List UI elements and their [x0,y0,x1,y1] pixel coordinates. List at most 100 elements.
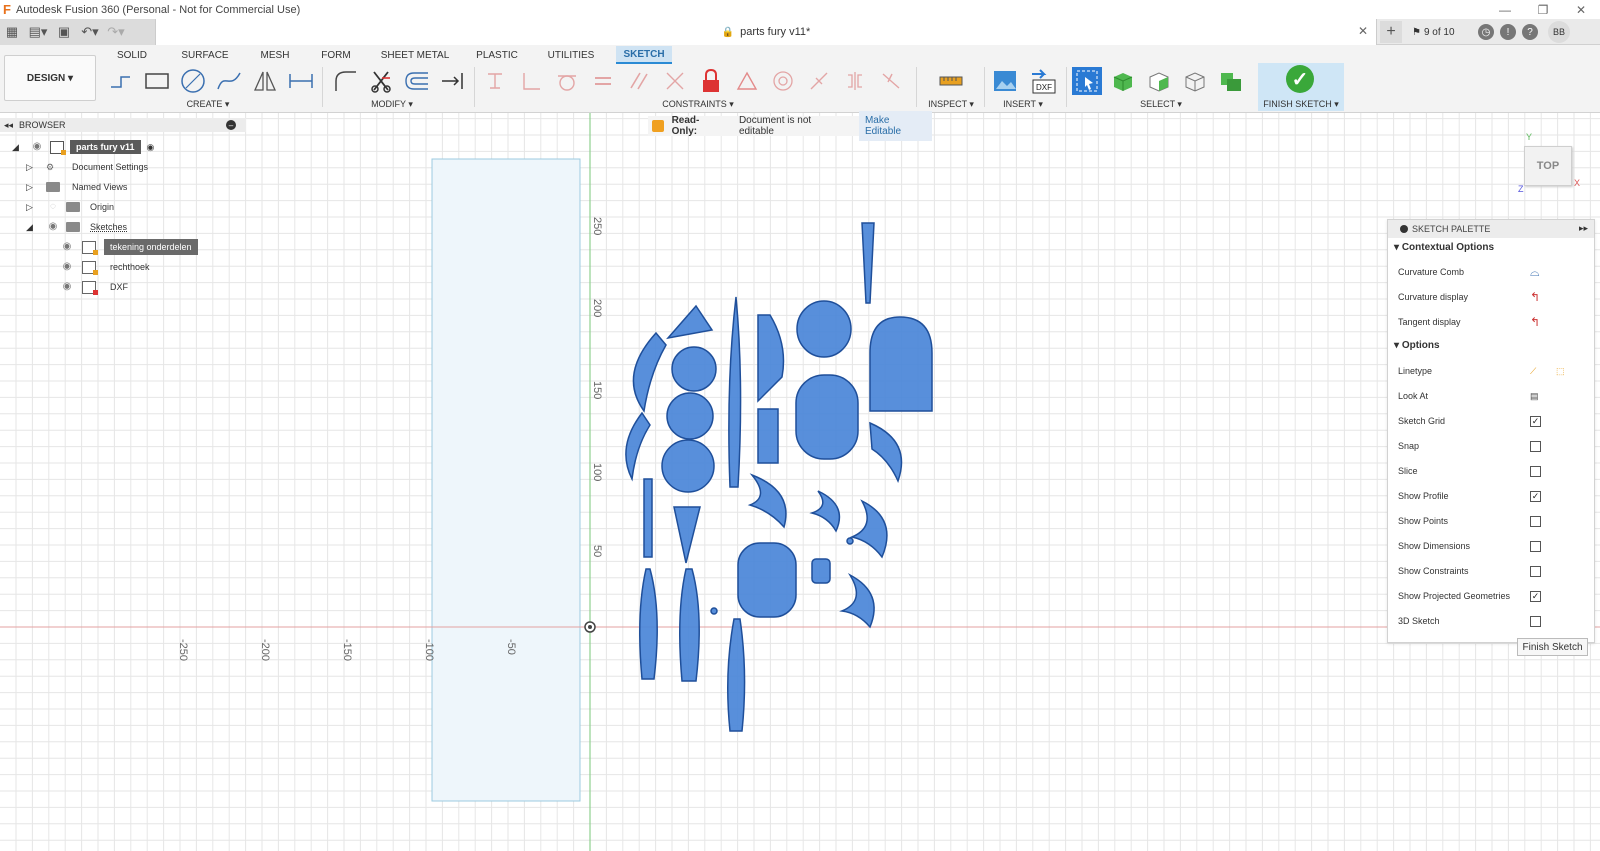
triangle-constraint-icon[interactable] [732,67,762,95]
new-tab-button[interactable]: + [1380,21,1402,43]
tree-root[interactable]: ◢ ◉ parts fury v11 ◉ [12,138,154,156]
tab-sketch[interactable]: SKETCH [616,46,672,64]
part-oval-top[interactable] [796,300,852,358]
app-grid-icon[interactable]: ▦ [2,22,22,42]
curvature-comb-icon[interactable]: ⌓ [1530,265,1540,280]
option-linetype[interactable]: Linetype ⟋ ⬚ [1398,363,1578,379]
perpendicular-constraint-icon[interactable] [516,67,546,95]
visibility-eye-icon[interactable]: ◉ [60,262,74,272]
part-circle-3[interactable] [661,439,715,493]
part-crescent-2[interactable] [625,411,651,482]
tangent-constraint-icon[interactable] [552,67,582,95]
tree-item-sketches[interactable]: ◢ ◉ Sketches [26,218,127,236]
part-rounded-oval[interactable] [795,374,859,460]
coincident-constraint-icon[interactable] [660,67,690,95]
tab-surface[interactable]: SURFACE [180,46,230,64]
tab-sheet-metal[interactable]: SHEET METAL [380,46,450,64]
view-cube[interactable]: TOP [1524,146,1572,186]
part-crescent-small[interactable] [809,490,841,533]
job-status[interactable]: ⚑ 9 of 10 [1412,27,1472,38]
part-thin-left[interactable] [643,478,653,558]
tree-item-origin[interactable]: ▷ ◌ Origin [26,198,114,216]
redo-icon[interactable]: ↷▾ [106,22,126,42]
part-triangle-top[interactable] [666,304,714,340]
parallel-constraint-icon[interactable] [624,67,654,95]
dimension-tool-icon[interactable] [286,67,316,95]
part-tiny-square[interactable] [811,558,831,584]
select-menu[interactable]: SELECT ▾ [1136,99,1186,110]
notifications-icon[interactable]: ! [1500,24,1516,40]
sketch-grid-checkbox[interactable]: ✓ [1530,415,1541,427]
contextual-options-header[interactable]: ▾ Contextual Options [1394,242,1494,253]
close-tab-icon[interactable]: ✕ [1358,24,1368,38]
offset-tool-icon[interactable] [402,67,432,95]
option-curvature-comb[interactable]: Curvature Comb ⌓ [1398,264,1578,280]
select-faces-icon[interactable] [1144,67,1174,95]
visibility-eye-icon[interactable]: ◉ [46,222,60,232]
constraints-menu[interactable]: CONSTRAINTS ▾ [660,99,736,110]
tab-solid[interactable]: SOLID [114,46,150,64]
part-long-vertical[interactable] [728,296,742,488]
select-components-icon[interactable] [1216,67,1246,95]
select-edges-icon[interactable] [1180,67,1210,95]
tangent-display-icon[interactable]: ↰ [1530,315,1540,329]
concentric-constraint-icon[interactable] [768,67,798,95]
fix-constraint-icon[interactable] [480,67,510,95]
part-big-rounded[interactable] [737,542,797,618]
option-curvature-display[interactable]: Curvature display ↰ [1398,289,1578,305]
user-avatar[interactable]: BB [1548,21,1570,43]
part-thin-top[interactable] [861,222,875,304]
show-dimensions-checkbox[interactable] [1530,540,1541,552]
part-small-rect[interactable] [757,408,779,464]
equal-constraint-icon[interactable] [588,67,618,95]
show-points-checkbox[interactable] [1530,515,1541,527]
option-show-dimensions[interactable]: Show Dimensions [1398,538,1578,554]
palette-minimize-icon[interactable] [1400,225,1408,233]
tree-item-document-settings[interactable]: ▷ ⚙ Document Settings [26,158,148,176]
part-circle-2[interactable] [666,392,714,440]
option-show-projected-geometries[interactable]: Show Projected Geometries ✓ [1398,588,1578,604]
measure-tool-icon[interactable] [936,67,966,95]
browser-minimize-icon[interactable]: – [226,120,236,130]
tab-utilities[interactable]: UTILITIES [546,46,596,64]
circle-tool-icon[interactable] [178,67,208,95]
visibility-eye-icon[interactable]: ◉ [60,282,74,292]
sketch-item-tekening-onderdelen[interactable]: ◉ tekening onderdelen [60,238,198,256]
sketch-item-dxf[interactable]: ◉ DXF [60,278,128,296]
insert-dxf-icon[interactable]: DXF [1028,67,1058,95]
tab-form[interactable]: FORM [318,46,354,64]
create-menu[interactable]: CREATE ▾ [180,99,236,110]
curvature-constraint-icon[interactable] [876,67,906,95]
inspect-menu[interactable]: INSPECT ▾ [926,99,976,110]
show-projected-geometries-checkbox[interactable]: ✓ [1530,590,1541,602]
extend-tool-icon[interactable] [438,67,468,95]
undo-icon[interactable]: ↶▾ [80,22,100,42]
part-blade-2[interactable] [679,568,700,682]
centerline-linetype-icon[interactable]: ⬚ [1556,366,1565,377]
option-slice[interactable]: Slice [1398,463,1578,479]
visibility-eye-icon[interactable]: ◉ [30,142,44,152]
part-inverted-triangle[interactable] [673,506,701,564]
close-window-button[interactable]: ✕ [1562,0,1600,19]
fillet-tool-icon[interactable] [330,67,360,95]
expand-triangle-icon[interactable]: ▷ [26,182,36,193]
part-arch-window[interactable] [869,316,933,412]
construction-linetype-icon[interactable]: ⟋ [1530,366,1536,377]
part-blade-1[interactable] [639,568,658,680]
minimize-button[interactable]: — [1486,0,1524,19]
modify-menu[interactable]: MODIFY ▾ [364,99,420,110]
activate-radio-icon[interactable]: ◉ [147,142,155,153]
hidden-eye-icon[interactable]: ◌ [46,202,60,212]
part-crescent-right-1[interactable] [869,421,903,484]
document-tab[interactable]: 🔒 parts fury v11* ✕ [155,19,1377,45]
option-3d-sketch[interactable]: 3D Sketch [1398,613,1578,629]
part-circle-1[interactable] [671,346,717,392]
collapse-triangle-icon[interactable]: ◢ [26,222,36,233]
line-tool-icon[interactable] [106,67,136,95]
help-icon[interactable]: ? [1522,24,1538,40]
visibility-eye-icon[interactable]: ◉ [60,242,74,252]
finish-sketch-button[interactable]: ✓ FINISH SKETCH ▾ [1258,63,1344,111]
select-bodies-icon[interactable] [1108,67,1138,95]
option-show-points[interactable]: Show Points [1398,513,1578,529]
3d-sketch-checkbox[interactable] [1530,615,1541,627]
